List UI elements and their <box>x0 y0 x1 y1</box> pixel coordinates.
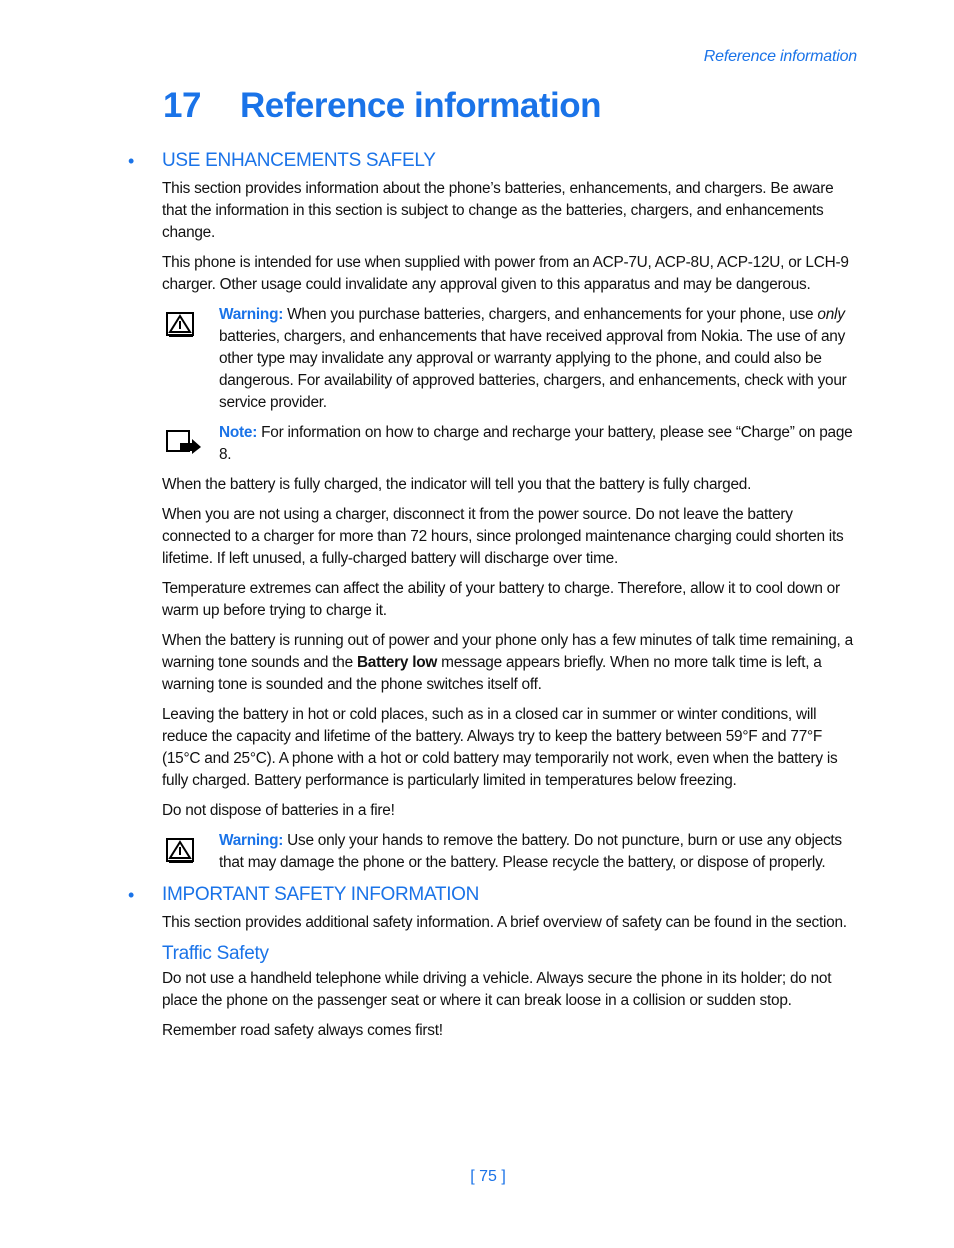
bullet-icon: • <box>128 885 135 905</box>
paragraph: Do not use a handheld telephone while dr… <box>162 970 832 1009</box>
chapter-title: 17 Reference information <box>163 86 601 126</box>
paragraph: This section provides additional safety … <box>162 914 847 931</box>
note-label: Note: <box>219 424 258 441</box>
note-text: Note: For information on how to charge a… <box>219 424 853 463</box>
section-heading-important-safety: • IMPORTANT SAFETY INFORMATION <box>128 882 856 908</box>
paragraph: Leaving the battery in hot or cold place… <box>162 706 838 789</box>
warning-label: Warning: <box>219 832 284 849</box>
page-number: [ 75 ] <box>470 1168 506 1185</box>
warning-text: Warning: Use only your hands to remove t… <box>219 832 842 871</box>
warning-callout: Warning: Use only your hands to remove t… <box>162 830 856 874</box>
paragraph: When the battery is running out of power… <box>162 632 853 693</box>
bullet-icon: • <box>128 151 135 171</box>
page-content: • USE ENHANCEMENTS SAFELY This section p… <box>128 148 856 1050</box>
paragraph: Temperature extremes can affect the abil… <box>162 580 840 619</box>
paragraph: This phone is intended for use when supp… <box>162 254 849 293</box>
warning-triangle-icon <box>166 312 194 343</box>
section-heading-use-enhancements: • USE ENHANCEMENTS SAFELY <box>128 148 856 174</box>
subsection-heading-traffic-safety: Traffic Safety <box>162 943 269 964</box>
warning-callout: Warning: When you purchase batteries, ch… <box>162 304 856 414</box>
paragraph: Remember road safety always comes first! <box>162 1022 443 1039</box>
paragraph: Do not dispose of batteries in a fire! <box>162 802 395 819</box>
note-arrow-icon <box>166 430 202 459</box>
note-callout: Note: For information on how to charge a… <box>162 422 856 466</box>
chapter-number: 17 <box>163 86 201 125</box>
chapter-title-text: Reference information <box>240 86 601 125</box>
battery-low-term: Battery low <box>356 654 438 671</box>
warning-text: Warning: When you purchase batteries, ch… <box>219 306 847 411</box>
warning-triangle-icon <box>166 838 194 869</box>
paragraph: This section provides information about … <box>162 180 834 241</box>
running-header: Reference information <box>703 48 857 65</box>
paragraph: When the battery is fully charged, the i… <box>162 476 752 493</box>
paragraph: When you are not using a charger, discon… <box>162 506 844 567</box>
warning-label: Warning: <box>219 306 284 323</box>
